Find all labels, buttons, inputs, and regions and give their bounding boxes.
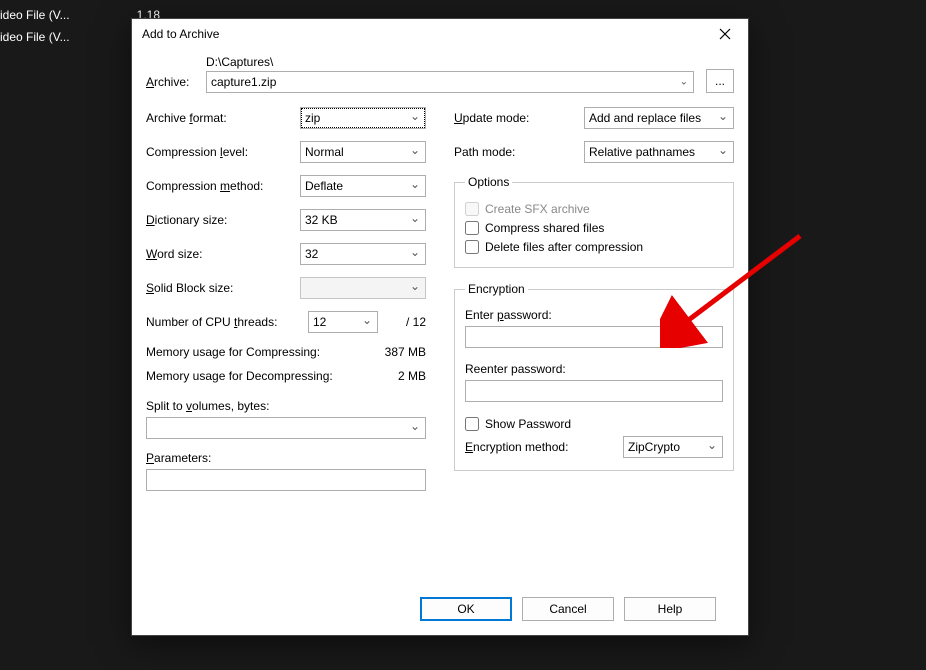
cpu-threads-max: / 12 (396, 315, 426, 329)
memory-decompress-label: Memory usage for Decompressing: (146, 369, 366, 383)
solid-block-size-label: Solid Block size: (146, 281, 300, 295)
cpu-threads-label: Number of CPU threads: (146, 315, 308, 329)
cancel-button[interactable]: Cancel (522, 597, 614, 621)
reenter-password-input[interactable] (465, 380, 723, 402)
parameters-input[interactable] (146, 469, 426, 491)
ok-button[interactable]: OK (420, 597, 512, 621)
dictionary-size-select[interactable]: 32 KB (300, 209, 426, 231)
show-password-row[interactable]: Show Password (465, 417, 723, 431)
update-mode-label: Update mode: (454, 111, 584, 125)
split-volumes-label: Split to volumes, bytes: (146, 399, 426, 413)
memory-decompress-value: 2 MB (366, 369, 426, 383)
update-mode-select[interactable]: Add and replace files (584, 107, 734, 129)
create-sfx-row: Create SFX archive (465, 202, 723, 216)
archive-format-select[interactable]: zip (300, 107, 426, 129)
delete-after-checkbox[interactable] (465, 240, 479, 254)
memory-compress-label: Memory usage for Compressing: (146, 345, 366, 359)
word-size-label: Word size: (146, 247, 300, 261)
path-mode-select[interactable]: Relative pathnames (584, 141, 734, 163)
parameters-label: Parameters: (146, 451, 426, 465)
bg-file-name: ideo File (V... (0, 30, 147, 44)
solid-block-size-select (300, 277, 426, 299)
add-to-archive-dialog: Add to Archive Archive: D:\Captures\ ⌄ .… (131, 18, 749, 636)
options-fieldset: Options Create SFX archive Compress shar… (454, 175, 734, 268)
close-button[interactable] (710, 19, 740, 49)
compression-method-select[interactable]: Deflate (300, 175, 426, 197)
memory-compress-value: 387 MB (366, 345, 426, 359)
compress-shared-row[interactable]: Compress shared files (465, 221, 723, 235)
create-sfx-label: Create SFX archive (485, 202, 590, 216)
archive-label: Archive: (146, 75, 194, 93)
dictionary-size-label: Dictionary size: (146, 213, 300, 227)
enter-password-input[interactable] (465, 326, 723, 348)
enter-password-label: Enter password: (465, 308, 723, 322)
encryption-fieldset: Encryption Enter password: Reenter passw… (454, 282, 734, 471)
show-password-checkbox[interactable] (465, 417, 479, 431)
split-volumes-select[interactable] (146, 417, 426, 439)
titlebar: Add to Archive (132, 19, 748, 49)
delete-after-row[interactable]: Delete files after compression (465, 240, 723, 254)
options-legend: Options (465, 175, 512, 189)
encryption-method-select[interactable]: ZipCrypto (623, 436, 723, 458)
close-icon (719, 28, 731, 40)
archive-path: D:\Captures\ (206, 55, 694, 69)
compress-shared-checkbox[interactable] (465, 221, 479, 235)
compression-method-label: Compression method: (146, 179, 300, 193)
compression-level-select[interactable]: Normal (300, 141, 426, 163)
archive-name-input[interactable] (206, 71, 694, 93)
archive-format-label: Archive format: (146, 111, 300, 125)
delete-after-label: Delete files after compression (485, 240, 643, 254)
encryption-legend: Encryption (465, 282, 528, 296)
dialog-title: Add to Archive (142, 27, 710, 41)
create-sfx-checkbox (465, 202, 479, 216)
reenter-password-label: Reenter password: (465, 362, 723, 376)
compress-shared-label: Compress shared files (485, 221, 604, 235)
compression-level-label: Compression level: (146, 145, 300, 159)
cpu-threads-select[interactable]: 12 (308, 311, 378, 333)
browse-button[interactable]: ... (706, 69, 734, 93)
show-password-label: Show Password (485, 417, 571, 431)
word-size-select[interactable]: 32 (300, 243, 426, 265)
path-mode-label: Path mode: (454, 145, 584, 159)
help-button[interactable]: Help (624, 597, 716, 621)
bg-file-name: ideo File (V... (0, 8, 137, 22)
encryption-method-label: Encryption method: (465, 440, 623, 454)
